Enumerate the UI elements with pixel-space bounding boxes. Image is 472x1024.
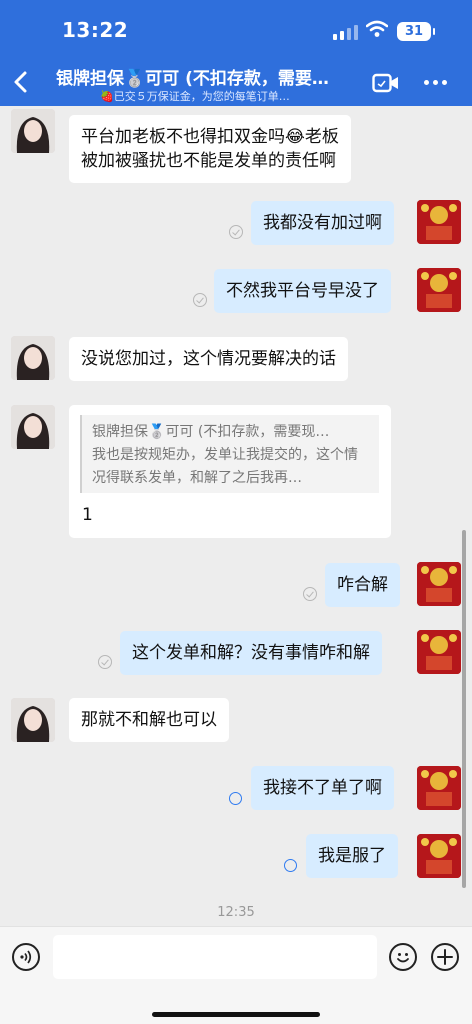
- contact-avatar-image: [11, 698, 55, 742]
- contact-avatar[interactable]: [11, 405, 55, 449]
- message-text: 我是服了: [318, 846, 386, 866]
- message-bubble-outgoing[interactable]: 我接不了单了啊: [251, 766, 394, 810]
- my-avatar[interactable]: [417, 200, 461, 244]
- status-time: 13:22: [62, 18, 129, 42]
- my-avatar-image: [417, 834, 461, 878]
- read-status-icon: [193, 293, 207, 307]
- quoted-author: 银牌担保🥈可可 (不扣存款，需要现…: [92, 424, 330, 440]
- plus-icon[interactable]: [431, 943, 459, 971]
- my-avatar-image: [417, 562, 461, 606]
- message-bubble-outgoing[interactable]: 不然我平台号早没了: [214, 269, 391, 313]
- contact-avatar-image: [11, 109, 55, 153]
- contact-avatar[interactable]: [11, 698, 55, 742]
- video-call-icon[interactable]: [372, 73, 400, 93]
- my-avatar[interactable]: [417, 630, 461, 674]
- battery-level: 31: [404, 24, 424, 39]
- message-bubble-outgoing[interactable]: 我是服了: [306, 834, 398, 878]
- sending-status-icon: [229, 792, 242, 805]
- message-text: 咋合解: [337, 575, 388, 595]
- message-text: 平台加老板不也得扣双金吗😂老板: [81, 127, 339, 147]
- chat-title[interactable]: 银牌担保🥈可可 (不扣存款，需要…: [56, 64, 356, 89]
- message-timestamp: 12:35: [217, 905, 255, 920]
- my-avatar[interactable]: [417, 562, 461, 606]
- message-text: 这个发单和解？没有事情咋和解: [132, 643, 370, 663]
- message-text: 我接不了单了啊: [263, 778, 382, 798]
- read-status-icon: [98, 655, 112, 669]
- my-avatar[interactable]: [417, 766, 461, 810]
- message-list[interactable]: 平台加老板不也得扣双金吗😂老板 被加被骚扰也不能是发单的责任啊 我都没有加过啊 …: [0, 106, 472, 926]
- chevron-left-icon[interactable]: [10, 69, 34, 95]
- my-avatar-image: [417, 268, 461, 312]
- contact-avatar-image: [11, 336, 55, 380]
- quoted-text: 我也是按规矩办，发单让我提交的，这个情况得联系发单，和解了之后我再…: [92, 447, 358, 486]
- message-text: 我都没有加过啊: [263, 213, 382, 233]
- message-text: 没说您加过，这个情况要解决的话: [81, 349, 336, 369]
- input-bar: [0, 926, 472, 1024]
- message-bubble-outgoing[interactable]: 咋合解: [325, 563, 400, 607]
- message-input[interactable]: [53, 935, 377, 979]
- message-bubble-outgoing[interactable]: 这个发单和解？没有事情咋和解: [120, 631, 382, 675]
- my-avatar[interactable]: [417, 834, 461, 878]
- battery-icon: 31: [397, 22, 435, 41]
- chat-header: 银牌担保🥈可可 (不扣存款，需要… 🍓已交５万保证金，为您的每笔订单…: [0, 58, 472, 106]
- message-text: 那就不和解也可以: [81, 710, 217, 730]
- message-bubble-incoming[interactable]: 平台加老板不也得扣双金吗😂老板 被加被骚扰也不能是发单的责任啊: [69, 115, 351, 183]
- contact-avatar[interactable]: [11, 109, 55, 153]
- sending-status-icon: [284, 859, 297, 872]
- message-bubble-incoming[interactable]: 没说您加过，这个情况要解决的话: [69, 337, 348, 381]
- wifi-icon: [366, 20, 388, 37]
- status-bar: 13:22 31: [0, 0, 472, 58]
- my-avatar-image: [417, 766, 461, 810]
- contact-avatar-image: [11, 405, 55, 449]
- cellular-signal-icon: [333, 24, 359, 40]
- more-dots-icon[interactable]: [424, 80, 448, 86]
- emoji-icon[interactable]: [389, 943, 417, 971]
- read-status-icon: [229, 225, 243, 239]
- message-text: 被加被骚扰也不能是发单的责任啊: [81, 151, 336, 171]
- read-status-icon: [303, 587, 317, 601]
- my-avatar-image: [417, 630, 461, 674]
- chat-subtitle: 🍓已交５万保证金，为您的每笔订单…: [100, 90, 290, 103]
- my-avatar-image: [417, 200, 461, 244]
- message-bubble-outgoing[interactable]: 我都没有加过啊: [251, 201, 394, 245]
- home-indicator[interactable]: [152, 1012, 320, 1017]
- voice-icon[interactable]: [12, 943, 40, 971]
- my-avatar[interactable]: [417, 268, 461, 312]
- message-bubble-incoming[interactable]: 银牌担保🥈可可 (不扣存款，需要现… 我也是按规矩办，发单让我提交的，这个情况得…: [69, 405, 391, 538]
- message-bubble-incoming[interactable]: 那就不和解也可以: [69, 698, 229, 742]
- contact-avatar[interactable]: [11, 336, 55, 380]
- message-text: 不然我平台号早没了: [226, 281, 379, 301]
- message-text: 1: [82, 505, 93, 525]
- scrollbar[interactable]: [462, 530, 466, 888]
- quoted-message[interactable]: 银牌担保🥈可可 (不扣存款，需要现… 我也是按规矩办，发单让我提交的，这个情况得…: [80, 415, 379, 493]
